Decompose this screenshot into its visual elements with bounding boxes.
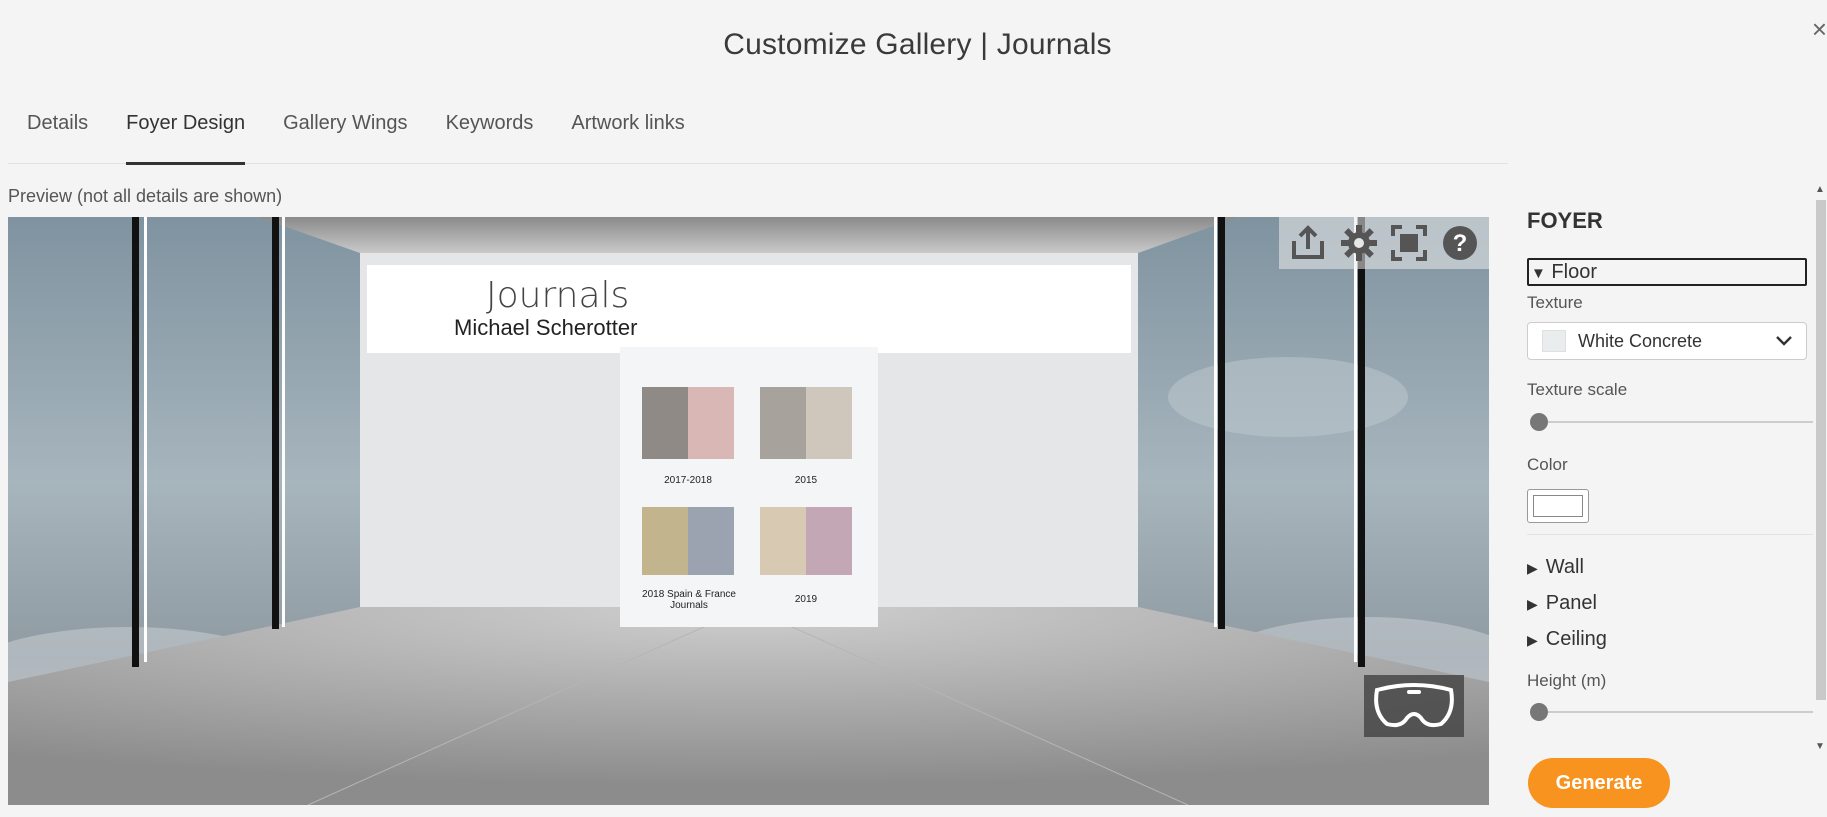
tab-foyer-design[interactable]: Foyer Design (107, 108, 264, 165)
chevron-down-icon (1776, 336, 1792, 346)
texture-scale-slider[interactable] (1527, 412, 1817, 432)
generate-button[interactable]: Generate (1528, 758, 1670, 808)
journal-label-2: 2015 (794, 475, 818, 486)
floor-section-toggle[interactable]: ▼ Floor (1527, 258, 1807, 286)
vr-headset-icon[interactable] (1364, 675, 1464, 737)
gallery-preview[interactable]: Journals Michael Scherotter 2017-2018 20… (8, 217, 1489, 805)
floor-color-picker[interactable] (1527, 489, 1589, 523)
journal-thumb-2 (760, 387, 852, 459)
triangle-right-icon: ▶ (1527, 560, 1538, 576)
banner-artist: Michael Scherotter (454, 315, 638, 340)
gear-icon[interactable] (1337, 221, 1381, 265)
tab-artwork-links[interactable]: Artwork links (552, 108, 703, 164)
gallery-scene (8, 217, 1489, 805)
fullscreen-icon[interactable] (1387, 221, 1431, 265)
tab-keywords[interactable]: Keywords (427, 108, 553, 164)
triangle-right-icon: ▶ (1527, 596, 1538, 612)
journal-label-3: 2018 Spain & France Journals (642, 589, 736, 611)
height-slider[interactable] (1527, 702, 1817, 722)
scroll-down-icon[interactable]: ▼ (1815, 741, 1825, 752)
foyer-settings-panel: FOYER ▼ Floor Texture White Concrete Tex… (1527, 178, 1827, 758)
wall-section-toggle[interactable]: ▶ Wall (1527, 556, 1584, 579)
texture-select[interactable]: White Concrete (1527, 322, 1807, 360)
panel-scrollbar[interactable]: ▲ ▼ (1813, 182, 1827, 754)
tab-details[interactable]: Details (8, 108, 107, 164)
dialog-title: Customize Gallery | Journals (723, 28, 1112, 61)
floor-section-label: Floor (1551, 261, 1597, 283)
journal-label-1: 2017-2018 (664, 475, 712, 486)
slider-thumb[interactable] (1530, 413, 1548, 431)
texture-swatch (1542, 330, 1566, 352)
texture-select-value: White Concrete (1578, 330, 1703, 351)
divider (1527, 534, 1817, 535)
preview-toolbar: ? (1279, 217, 1489, 269)
scroll-up-icon[interactable]: ▲ (1815, 184, 1825, 195)
preview-label: Preview (not all details are shown) (8, 186, 283, 206)
share-icon[interactable] (1286, 221, 1330, 265)
slider-thumb[interactable] (1530, 703, 1548, 721)
height-label: Height (m) (1527, 671, 1607, 690)
close-icon[interactable]: × (1812, 14, 1827, 45)
help-icon[interactable]: ? (1438, 221, 1482, 265)
banner-title: Journals (486, 275, 630, 316)
triangle-down-icon: ▼ (1531, 265, 1546, 282)
color-label: Color (1527, 455, 1568, 474)
texture-label: Texture (1527, 293, 1583, 312)
panel-section-toggle[interactable]: ▶ Panel (1527, 592, 1597, 615)
ceiling-section-toggle[interactable]: ▶ Ceiling (1527, 628, 1607, 651)
panel-heading: FOYER (1527, 208, 1603, 233)
tab-gallery-wings[interactable]: Gallery Wings (264, 108, 426, 164)
journal-thumb-3 (642, 507, 734, 575)
journal-thumb-1 (642, 387, 734, 459)
triangle-right-icon: ▶ (1527, 632, 1538, 648)
scrollbar-thumb[interactable] (1816, 200, 1826, 700)
journal-label-4: 2019 (794, 594, 818, 605)
tab-bar: Details Foyer Design Gallery Wings Keywo… (8, 108, 1508, 165)
journal-thumb-4 (760, 507, 852, 575)
svg-text:?: ? (1452, 230, 1467, 257)
texture-scale-label: Texture scale (1527, 380, 1628, 399)
